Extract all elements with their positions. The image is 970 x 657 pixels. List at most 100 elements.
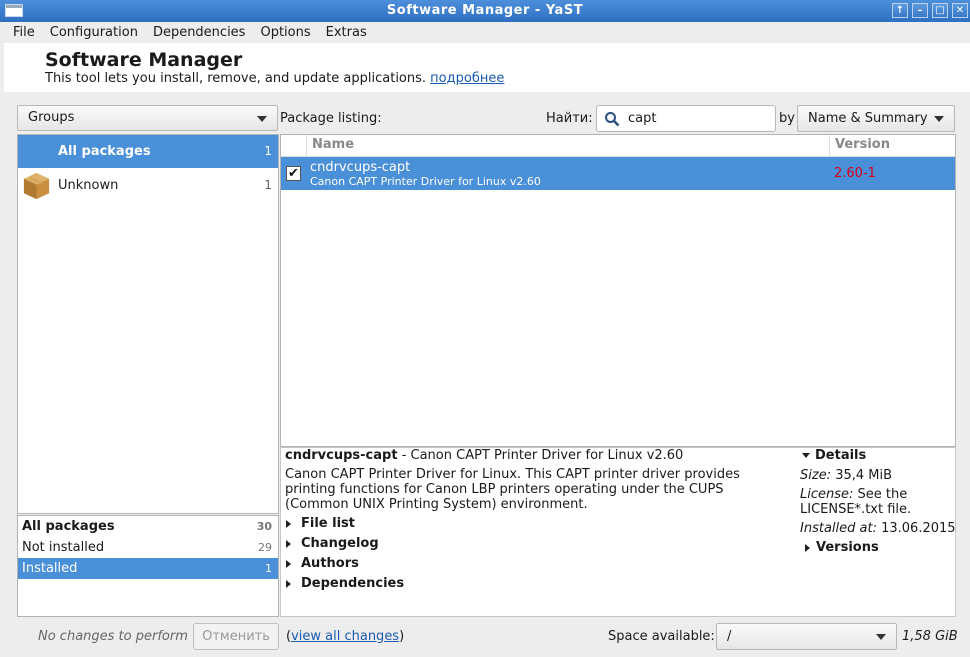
package-details: cndrvcups-capt - Canon CAPT Printer Driv… bbox=[280, 447, 956, 617]
minimize-icon[interactable]: – bbox=[912, 3, 928, 18]
expander-changelog[interactable]: Changelog bbox=[286, 536, 379, 551]
expand-arrow-icon bbox=[286, 579, 291, 588]
expander-label: Dependencies bbox=[301, 576, 405, 591]
filter-label: All packages bbox=[22, 519, 115, 534]
size-row: Size: 35,4 MiB bbox=[800, 468, 892, 483]
expander-label: Changelog bbox=[301, 536, 379, 551]
package-summary: Canon CAPT Printer Driver for Linux v2.6… bbox=[310, 175, 541, 188]
filter-count: 30 bbox=[256, 520, 272, 533]
search-mode-combo[interactable]: Name & Summary bbox=[797, 105, 955, 132]
keep-above-icon[interactable]: ↑ bbox=[892, 3, 908, 18]
window-titlebar: Software Manager - YaST ↑ – □ ✕ bbox=[0, 0, 970, 22]
license-row: License: See the LICENSE*.txt file. bbox=[800, 487, 950, 517]
view-all-changes: (view all changes) bbox=[286, 629, 404, 644]
expand-arrow-icon bbox=[286, 539, 291, 548]
chevron-down-icon bbox=[876, 634, 886, 640]
checkbox-column-header[interactable] bbox=[281, 135, 307, 156]
search-field[interactable] bbox=[596, 105, 776, 132]
expander-file-list[interactable]: File list bbox=[286, 516, 355, 531]
search-mode-value: Name & Summary bbox=[808, 111, 928, 126]
no-changes-text: No changes to perform bbox=[38, 629, 188, 644]
expand-arrow-icon bbox=[286, 519, 291, 528]
page-title: Software Manager bbox=[45, 49, 243, 71]
group-item-unknown[interactable]: Unknown 1 bbox=[18, 169, 278, 202]
filter-label: Not installed bbox=[22, 540, 105, 555]
installed-value: 13.06.2015 bbox=[876, 521, 956, 536]
groups-list[interactable]: All packages 1 Unknown 1 bbox=[17, 134, 279, 514]
space-available-value: 1,58 GiB bbox=[902, 629, 958, 644]
package-table[interactable]: Name Version ✔ cndrvcups-capt Canon CAPT… bbox=[280, 134, 956, 447]
groups-combo-label: Groups bbox=[28, 110, 75, 125]
versions-expander[interactable]: Versions bbox=[805, 540, 879, 555]
menu-extras[interactable]: Extras bbox=[320, 25, 373, 40]
expander-label: File list bbox=[301, 516, 355, 531]
expander-authors[interactable]: Authors bbox=[286, 556, 359, 571]
expand-arrow-icon bbox=[286, 559, 291, 568]
collapse-arrow-icon bbox=[802, 453, 810, 458]
details-heading: cndrvcups-capt - Canon CAPT Printer Driv… bbox=[285, 448, 683, 463]
details-description: Canon CAPT Printer Driver for Linux. Thi… bbox=[285, 467, 740, 512]
chevron-down-icon bbox=[934, 116, 944, 122]
details-expander[interactable]: Details bbox=[802, 448, 866, 463]
window-icon bbox=[5, 4, 23, 17]
status-filter-list[interactable]: All packages 30 Not installed 29 Install… bbox=[17, 515, 279, 617]
filter-count: 1 bbox=[265, 562, 272, 575]
details-expander-label: Details bbox=[815, 448, 867, 463]
expander-dependencies[interactable]: Dependencies bbox=[286, 576, 404, 591]
group-item-all-packages[interactable]: All packages 1 bbox=[18, 135, 278, 168]
paren-close: ) bbox=[399, 629, 405, 644]
cancel-button[interactable]: Отменить bbox=[193, 623, 279, 650]
search-icon bbox=[605, 112, 620, 127]
search-input[interactable] bbox=[628, 109, 768, 127]
menu-file[interactable]: File bbox=[7, 25, 41, 40]
more-info-link[interactable]: подробнее bbox=[430, 71, 504, 86]
window-controls: ↑ – □ ✕ bbox=[892, 3, 968, 18]
page-header: Software Manager This tool lets you inst… bbox=[4, 43, 970, 92]
table-header: Name Version bbox=[281, 135, 955, 157]
menu-configuration[interactable]: Configuration bbox=[44, 25, 144, 40]
maximize-icon[interactable]: □ bbox=[932, 3, 948, 18]
partition-value: / bbox=[727, 629, 732, 644]
filter-label: Installed bbox=[22, 561, 78, 576]
column-divider bbox=[829, 135, 830, 156]
license-label: License: bbox=[800, 487, 854, 502]
page-description: This tool lets you install, remove, and … bbox=[45, 71, 504, 86]
partition-combo[interactable]: / bbox=[716, 623, 897, 650]
table-row[interactable]: ✔ cndrvcups-capt Canon CAPT Printer Driv… bbox=[281, 157, 955, 190]
installed-row: Installed at: 13.06.2015 bbox=[800, 521, 956, 536]
group-item-count: 1 bbox=[264, 144, 272, 158]
find-label: Найти: bbox=[546, 111, 593, 126]
window-title: Software Manager - YaST bbox=[386, 3, 584, 18]
package-box-icon bbox=[23, 172, 50, 200]
menu-dependencies[interactable]: Dependencies bbox=[147, 25, 252, 40]
column-header-name[interactable]: Name bbox=[312, 137, 354, 152]
details-package-name: cndrvcups-capt bbox=[285, 448, 398, 463]
group-item-label: All packages bbox=[58, 144, 151, 159]
view-all-changes-link[interactable]: view all changes bbox=[291, 629, 399, 644]
size-label: Size: bbox=[800, 468, 832, 483]
filter-installed[interactable]: Installed 1 bbox=[18, 558, 278, 579]
menu-bar: File Configuration Dependencies Options … bbox=[0, 22, 970, 43]
versions-label: Versions bbox=[816, 540, 879, 555]
installed-label: Installed at: bbox=[800, 521, 877, 536]
menu-options[interactable]: Options bbox=[254, 25, 316, 40]
expand-arrow-icon bbox=[805, 543, 810, 552]
filter-all-packages[interactable]: All packages 30 bbox=[18, 516, 278, 537]
details-package-summary: - Canon CAPT Printer Driver for Linux v2… bbox=[397, 448, 684, 463]
size-value: 35,4 MiB bbox=[831, 468, 893, 483]
chevron-down-icon bbox=[257, 116, 267, 122]
expander-label: Authors bbox=[301, 556, 359, 571]
description-text: This tool lets you install, remove, and … bbox=[45, 71, 427, 86]
filter-not-installed[interactable]: Not installed 29 bbox=[18, 537, 278, 558]
groups-combo[interactable]: Groups bbox=[17, 105, 278, 131]
package-listing-label: Package listing: bbox=[280, 111, 382, 126]
group-item-label: Unknown bbox=[58, 178, 119, 193]
close-icon[interactable]: ✕ bbox=[952, 3, 968, 18]
filter-count: 29 bbox=[258, 541, 272, 554]
group-item-count: 1 bbox=[264, 178, 272, 192]
space-available-label: Space available: bbox=[608, 629, 715, 644]
package-version: 2.60-1 bbox=[834, 166, 876, 181]
install-checkbox[interactable]: ✔ bbox=[286, 166, 301, 181]
by-label: by bbox=[779, 111, 795, 126]
column-header-version[interactable]: Version bbox=[835, 137, 890, 152]
